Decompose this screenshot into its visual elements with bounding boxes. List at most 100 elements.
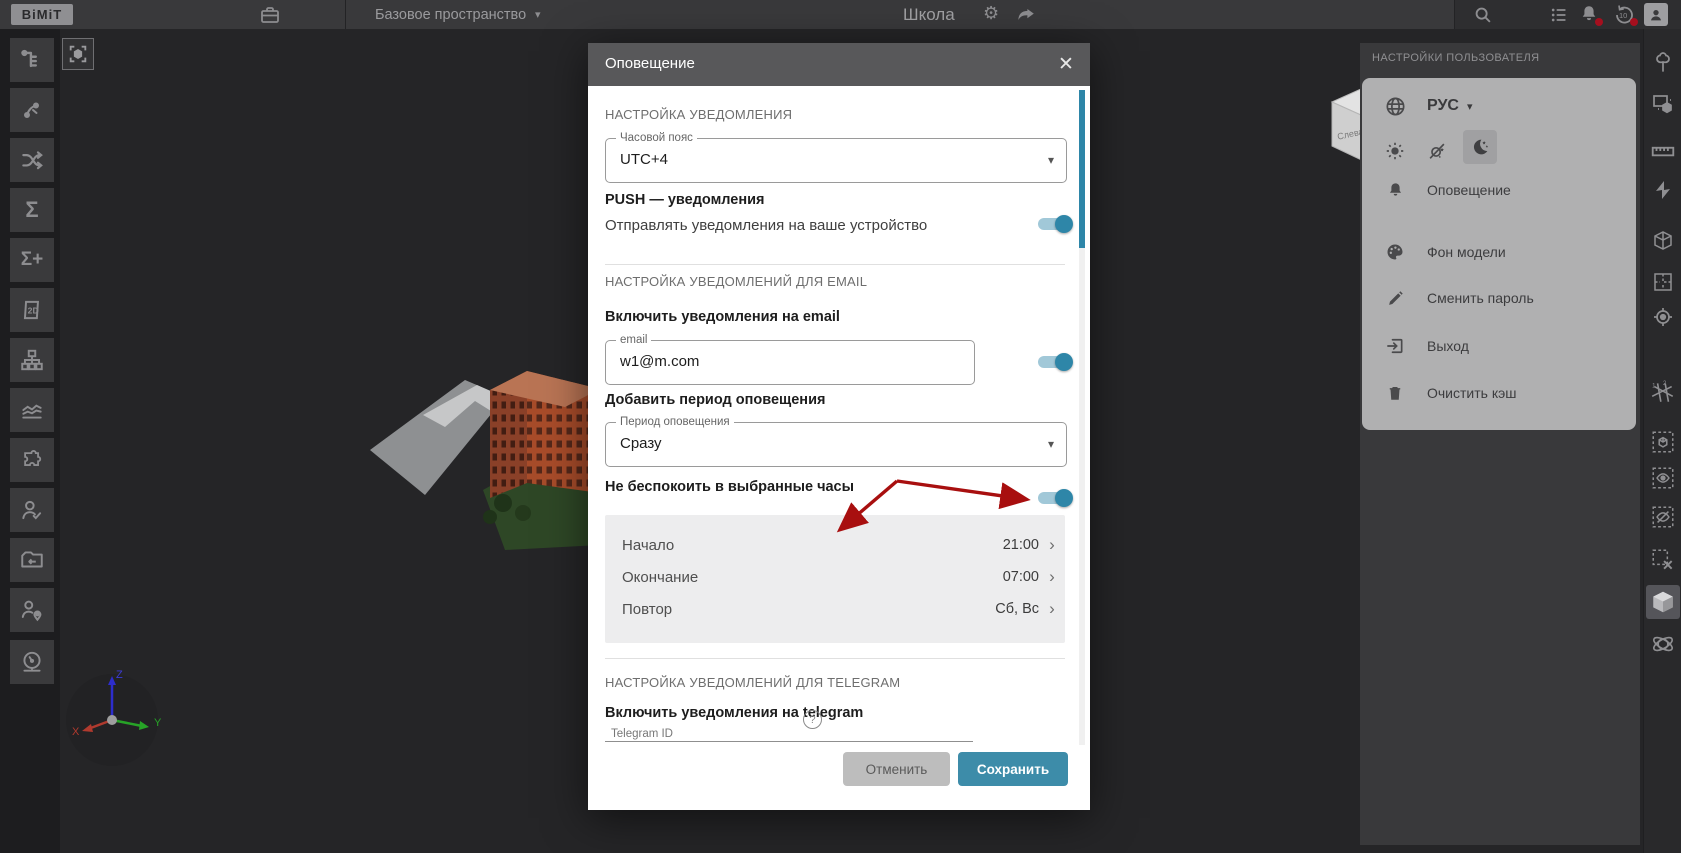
- left-toolbar: Σ Σ+ 2D: [0, 29, 60, 853]
- chevron-right-icon: ›: [1049, 535, 1055, 554]
- folder-share-button[interactable]: [10, 538, 54, 582]
- timezone-label: Часовой пояс: [616, 132, 697, 144]
- telegram-help-icon[interactable]: ?: [803, 710, 822, 729]
- hide-button[interactable]: [1646, 500, 1680, 534]
- section-notification: НАСТРОЙКА УВЕДОМЛЕНИЯ: [605, 107, 793, 122]
- history-icon[interactable]: 10: [1611, 2, 1638, 28]
- telegram-enable-label: Включить уведомления на telegram: [605, 705, 864, 721]
- app-logo[interactable]: BiMiT: [11, 4, 73, 25]
- chevron-right-icon: ›: [1049, 599, 1055, 618]
- dnd-title: Не беспокоить в выбранные часы: [605, 479, 854, 495]
- project-settings-gear-icon[interactable]: ⚙: [983, 3, 999, 24]
- section-tree-button[interactable]: [1646, 46, 1680, 80]
- bell-icon: [1383, 181, 1407, 200]
- model-viewport[interactable]: [365, 295, 605, 555]
- region-select-icon: [1653, 95, 1672, 114]
- clash-button[interactable]: [1646, 173, 1680, 207]
- save-button[interactable]: Сохранить: [958, 752, 1068, 786]
- menu-item-clear-cache[interactable]: Очистить кэш: [1362, 378, 1636, 408]
- timezone-value: UTC+4: [620, 151, 668, 168]
- isolate-button[interactable]: [1646, 425, 1680, 459]
- orbit-icon: [1653, 636, 1673, 652]
- cancel-button[interactable]: Отменить: [843, 752, 950, 786]
- puzzle-icon: [24, 450, 42, 466]
- floor-plan-button[interactable]: [1646, 265, 1680, 299]
- section-email: НАСТРОЙКА УВЕДОМЛЕНИЙ ДЛЯ EMAIL: [605, 274, 868, 289]
- light-theme-icon[interactable]: [1383, 140, 1407, 162]
- frame-selection-button[interactable]: [62, 38, 94, 70]
- period-select[interactable]: Период оповещения Сразу ▾: [605, 416, 1067, 467]
- push-toggle[interactable]: [1035, 214, 1073, 234]
- structure-button[interactable]: [10, 338, 54, 382]
- menu-item-model-background[interactable]: Фон модели: [1362, 237, 1636, 267]
- dialog-scrollbar-thumb[interactable]: [1079, 90, 1085, 248]
- select-path-button[interactable]: [10, 88, 54, 132]
- language-selector[interactable]: РУС ▾: [1362, 91, 1636, 121]
- dnd-row-value: 21:00: [1002, 537, 1039, 553]
- search-icon[interactable]: [1472, 4, 1494, 26]
- dnd-row-label: Окончание: [622, 568, 699, 586]
- model-cube-button[interactable]: [1646, 585, 1680, 619]
- timezone-select[interactable]: Часовой пояс UTC+4 ▾: [605, 132, 1067, 183]
- structure-icon: [21, 349, 43, 371]
- floor-plan-icon: [1654, 273, 1672, 291]
- plugins-button[interactable]: [10, 438, 54, 482]
- telegram-id-input[interactable]: [605, 741, 973, 742]
- close-icon[interactable]: ✕: [1054, 52, 1078, 76]
- dark-theme-moon-icon: [1473, 139, 1489, 155]
- list-icon[interactable]: [1549, 5, 1569, 25]
- clear-selection-button[interactable]: [1646, 543, 1680, 577]
- sum-add-button[interactable]: Σ+: [10, 238, 54, 282]
- email-toggle[interactable]: [1035, 352, 1073, 372]
- section-box-button[interactable]: [1646, 223, 1680, 257]
- coordinate-grid-button[interactable]: 12: [1646, 375, 1680, 409]
- dialog-scrollbar[interactable]: [1079, 90, 1085, 745]
- shuffle-button[interactable]: [10, 138, 54, 182]
- axis-gizmo[interactable]: Z X Y: [58, 662, 173, 777]
- dark-theme-selected[interactable]: [1463, 130, 1497, 164]
- eye-icon: [1652, 467, 1674, 489]
- measure-button[interactable]: [1646, 134, 1680, 168]
- dnd-row-repeat[interactable]: Повтор Сб, Вс ›: [605, 593, 1065, 625]
- dnd-row-start[interactable]: Начало 21:00 ›: [605, 529, 1065, 561]
- section-cube-icon: [1654, 231, 1672, 250]
- workspace-caret-icon[interactable]: ▾: [535, 8, 541, 21]
- user-icon: [1651, 9, 1661, 20]
- select-region-button[interactable]: [1646, 87, 1680, 121]
- menu-item-notifications[interactable]: Оповещение: [1362, 175, 1636, 205]
- globe-icon: [1383, 95, 1407, 118]
- menu-item-change-password[interactable]: Сменить пароль: [1362, 283, 1636, 313]
- briefcase-icon[interactable]: [258, 3, 282, 27]
- sum-button[interactable]: Σ: [10, 188, 54, 232]
- notifications-bell-icon[interactable]: [1578, 3, 1603, 27]
- dnd-toggle[interactable]: [1035, 488, 1073, 508]
- charts-button[interactable]: [10, 388, 54, 432]
- model-tree-button[interactable]: [10, 38, 54, 82]
- theme-switcher: [1362, 130, 1636, 166]
- top-bar: BiMiT Базовое пространство ▾ Школа ⚙ 10: [0, 0, 1681, 29]
- period-caret-icon: ▾: [1047, 437, 1054, 451]
- timezone-caret-icon: ▾: [1047, 153, 1054, 167]
- notification-settings-dialog: Оповещение ✕ НАСТРОЙКА УВЕДОМЛЕНИЯ Часов…: [588, 43, 1090, 810]
- share-icon[interactable]: [1015, 4, 1037, 26]
- show-button[interactable]: [1646, 461, 1680, 495]
- dnd-row-end[interactable]: Окончание 07:00 ›: [605, 561, 1065, 593]
- dashboard-button[interactable]: [10, 640, 54, 684]
- user-check-button[interactable]: [10, 488, 54, 532]
- auto-theme-icon[interactable]: [1425, 140, 1449, 162]
- palette-icon: [1383, 242, 1407, 262]
- email-input[interactable]: email w1@m.com: [605, 334, 975, 385]
- user-profile-button[interactable]: [1644, 3, 1668, 26]
- menu-item-logout[interactable]: Выход: [1362, 331, 1636, 361]
- sheet-2d-button[interactable]: 2D: [10, 288, 54, 332]
- user-location-button[interactable]: [10, 588, 54, 632]
- sum-add-icon: Σ+: [20, 249, 44, 270]
- orbit-button[interactable]: [1646, 627, 1680, 661]
- isolate-cube-icon: [1652, 431, 1674, 453]
- menu-item-label: Очистить кэш: [1427, 385, 1517, 401]
- email-input-value: w1@m.com: [620, 353, 700, 370]
- focus-target-button[interactable]: [1646, 300, 1680, 334]
- tree-icon: [1656, 52, 1670, 72]
- workspace-selector[interactable]: Базовое пространство: [375, 7, 526, 23]
- dnd-row-value: Сб, Вс: [995, 601, 1039, 617]
